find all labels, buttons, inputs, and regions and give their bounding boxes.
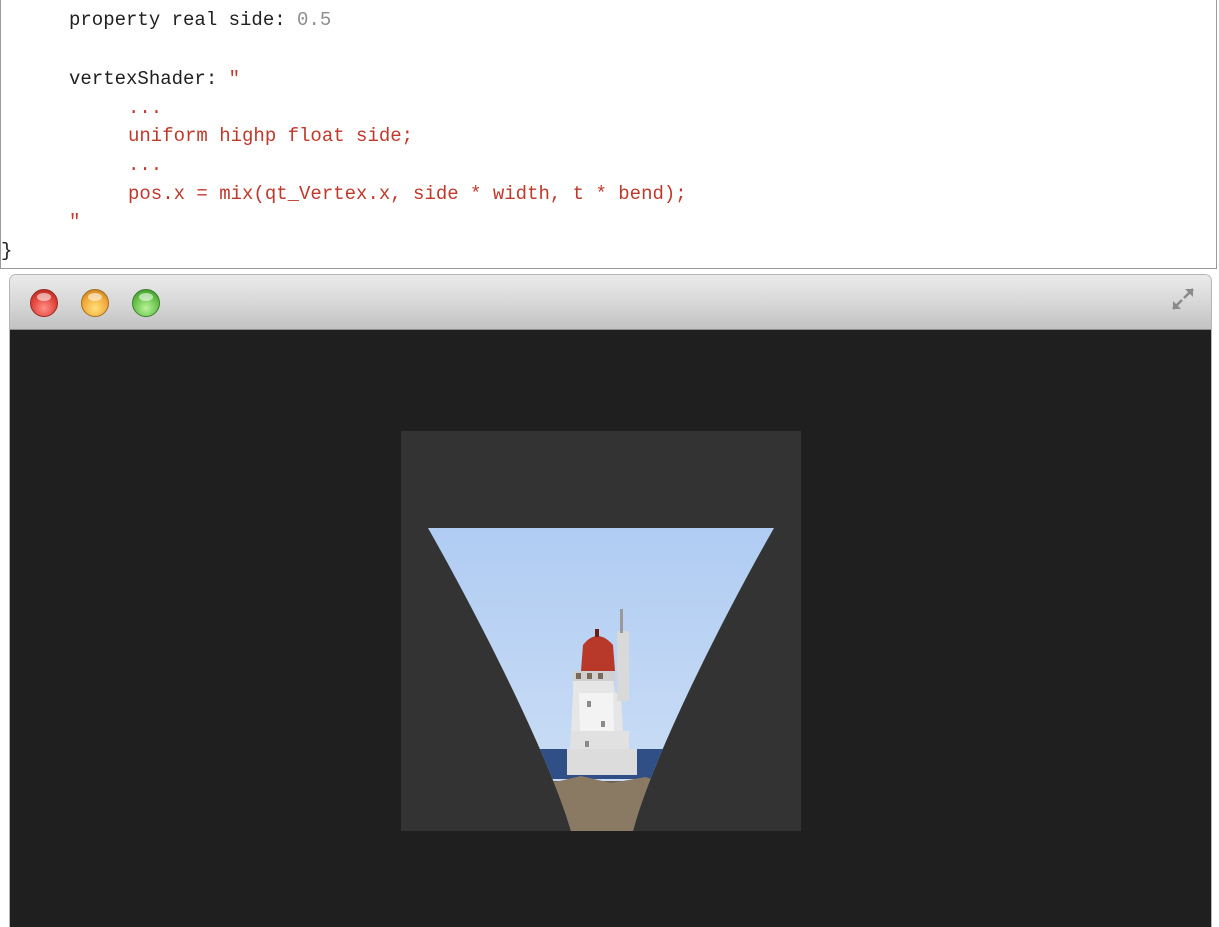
minimize-button[interactable]: [81, 289, 109, 317]
code-line-ellipsis-2: ...: [128, 154, 163, 176]
code-line-uniform: uniform highp float side;: [128, 125, 414, 147]
app-window: [10, 275, 1211, 927]
code-vertexshader-text: vertexShader:: [69, 68, 229, 90]
effect-panel: [401, 431, 801, 831]
code-line-ellipsis-1: ...: [128, 97, 163, 119]
fullscreen-icon[interactable]: [1169, 285, 1197, 313]
title-bar[interactable]: [10, 275, 1211, 330]
code-quote-close: ": [69, 211, 81, 233]
code-line-vertexshader: vertexShader: ": [69, 67, 240, 91]
code-property-value: 0.5: [297, 9, 332, 31]
code-closing-brace: }: [1, 240, 13, 262]
lighthouse-image: [428, 528, 774, 831]
close-button[interactable]: [30, 289, 58, 317]
code-line-property: property real side: 0.5: [69, 8, 331, 32]
code-quote-open: ": [228, 68, 241, 90]
window-content: [10, 330, 1211, 927]
code-property-text: property real side:: [69, 9, 298, 31]
zoom-button[interactable]: [132, 289, 160, 317]
code-line-mix: pos.x = mix(qt_Vertex.x, side * width, t…: [128, 183, 687, 205]
code-block: property real side: 0.5 vertexShader: " …: [0, 0, 1217, 269]
